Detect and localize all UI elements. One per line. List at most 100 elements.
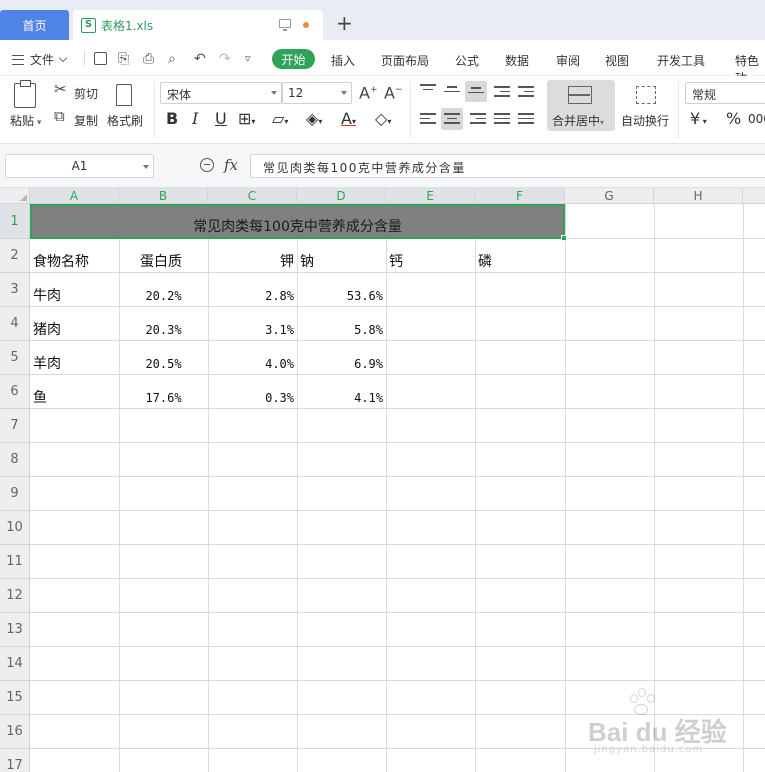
cell-a3[interactable]: 牛肉	[30, 273, 119, 307]
print-preview-icon[interactable]: ⌕	[168, 52, 176, 66]
menu-tab-page-layout[interactable]: 页面布局	[381, 52, 429, 69]
print-icon[interactable]: ⎙	[143, 52, 154, 66]
column-header-e[interactable]: E	[386, 188, 475, 204]
cell-a5[interactable]: 羊肉	[30, 341, 119, 375]
thousands-separator-icon[interactable]: 000	[748, 110, 765, 128]
align-top-icon[interactable]	[420, 84, 436, 98]
cell-b2[interactable]: 蛋白质	[119, 239, 208, 273]
row-header-8[interactable]: 8	[0, 443, 30, 477]
menu-tab-view[interactable]: 视图	[605, 52, 629, 69]
column-header-a[interactable]: A	[30, 188, 119, 204]
row-header-10[interactable]: 10	[0, 511, 30, 545]
row-header-14[interactable]: 14	[0, 647, 30, 681]
font-size-select[interactable]: 12	[282, 82, 352, 104]
decrease-font-icon[interactable]: A−	[384, 83, 403, 101]
increase-font-icon[interactable]: A+	[359, 83, 378, 101]
row-header-1[interactable]: 1	[0, 204, 30, 239]
name-box[interactable]: A1	[5, 154, 154, 178]
decrease-indent-icon[interactable]	[494, 86, 510, 100]
fill-color-icon[interactable]: ◈▾	[306, 110, 322, 131]
distributed-align-icon[interactable]	[518, 113, 534, 127]
cell-c4[interactable]: 3.1%	[208, 307, 297, 341]
format-painter-button[interactable]: 格式刷	[107, 112, 143, 129]
column-header-c[interactable]: C	[208, 188, 297, 204]
cut-button[interactable]: 剪切	[74, 85, 98, 102]
menu-tab-formulas[interactable]: 公式	[455, 52, 479, 69]
currency-button[interactable]: ¥ ▾	[690, 110, 707, 131]
scissors-icon[interactable]: ✂	[54, 82, 67, 97]
menu-tab-developer[interactable]: 开发工具	[657, 52, 705, 69]
row-header-9[interactable]: 9	[0, 477, 30, 511]
undo-icon[interactable]: ↶	[194, 52, 206, 66]
row-header-7[interactable]: 7	[0, 409, 30, 443]
wrap-text-button[interactable]: 自动换行	[621, 112, 669, 129]
cell-f2[interactable]: 磷	[475, 239, 565, 273]
percent-button[interactable]: %	[726, 110, 741, 128]
zoom-out-icon[interactable]	[200, 158, 214, 172]
cell-c2[interactable]: 钾	[208, 239, 297, 273]
row-header-4[interactable]: 4	[0, 307, 30, 341]
cell-d6[interactable]: 4.1%	[297, 375, 386, 409]
redo-icon[interactable]: ↷	[219, 52, 231, 66]
tab-home[interactable]: 首页	[0, 10, 69, 40]
underline-button[interactable]: U	[215, 110, 227, 128]
column-header-f[interactable]: F	[475, 188, 565, 204]
cell-c6[interactable]: 0.3%	[208, 375, 297, 409]
clear-format-icon[interactable]: ◇▾	[375, 110, 391, 131]
row-header-11[interactable]: 11	[0, 545, 30, 579]
fx-icon[interactable]: fx	[224, 156, 238, 174]
select-all-corner[interactable]	[0, 188, 30, 204]
quick-access-more-icon[interactable]: ▿	[245, 52, 251, 66]
format-painter-icon[interactable]	[116, 84, 132, 106]
monitor-icon[interactable]	[279, 19, 291, 31]
italic-button[interactable]: I	[192, 110, 198, 128]
borders-icon[interactable]: ⊞▾	[238, 110, 255, 131]
paste-icon[interactable]	[14, 80, 36, 108]
row-header-17[interactable]: 17	[0, 749, 30, 772]
menu-tab-insert[interactable]: 插入	[331, 52, 355, 69]
bold-button[interactable]: B	[166, 110, 178, 128]
cell-b4[interactable]: 20.3%	[119, 307, 208, 341]
paste-button[interactable]: 粘贴 ▾	[10, 112, 41, 129]
font-name-select[interactable]: 宋体	[160, 82, 282, 104]
justify-icon[interactable]	[494, 113, 510, 127]
merge-center-button[interactable]: 合并居中▾	[547, 80, 615, 131]
cell-d2[interactable]: 钠	[297, 239, 386, 273]
number-format-select[interactable]: 常规	[685, 82, 765, 104]
row-header-3[interactable]: 3	[0, 273, 30, 307]
wrap-text-icon[interactable]	[636, 86, 656, 104]
new-tab-button[interactable]: +	[336, 13, 353, 33]
copy-button[interactable]: 复制	[74, 112, 98, 129]
cell-b3[interactable]: 20.2%	[119, 273, 208, 307]
cell-d3[interactable]: 53.6%	[297, 273, 386, 307]
column-header-g[interactable]: G	[565, 188, 654, 204]
row-header-15[interactable]: 15	[0, 681, 30, 715]
row-header-12[interactable]: 12	[0, 579, 30, 613]
increase-indent-icon[interactable]	[518, 86, 534, 100]
cell-c5[interactable]: 4.0%	[208, 341, 297, 375]
cell-a4[interactable]: 猪肉	[30, 307, 119, 341]
menu-tab-data[interactable]: 数据	[505, 52, 529, 69]
align-left-icon[interactable]	[420, 113, 436, 127]
cell-b6[interactable]: 17.6%	[119, 375, 208, 409]
row-header-16[interactable]: 16	[0, 715, 30, 749]
row-header-13[interactable]: 13	[0, 613, 30, 647]
cell-style-icon[interactable]: ▱▾	[272, 110, 288, 131]
file-menu-button[interactable]: 文件	[12, 51, 68, 68]
menu-tab-home[interactable]: 开始	[272, 49, 315, 69]
row-header-6[interactable]: 6	[0, 375, 30, 409]
copy-icon[interactable]: ⧉	[54, 109, 65, 124]
cell-e2[interactable]: 钙	[386, 239, 475, 273]
align-right-icon[interactable]	[470, 113, 486, 127]
formula-input[interactable]: 常见肉类每100克中营养成分含量	[250, 154, 765, 178]
column-header-b[interactable]: B	[119, 188, 208, 204]
cell-a6[interactable]: 鱼	[30, 375, 119, 409]
cell-b5[interactable]: 20.5%	[119, 341, 208, 375]
cell-d5[interactable]: 6.9%	[297, 341, 386, 375]
tab-file[interactable]: S 表格1.xls	[73, 10, 323, 40]
cell-d4[interactable]: 5.8%	[297, 307, 386, 341]
merged-title-cell[interactable]: 常见肉类每100克中营养成分含量	[30, 204, 567, 241]
align-center-icon[interactable]	[441, 108, 463, 130]
align-bottom-icon[interactable]	[465, 81, 487, 102]
column-header-i[interactable]	[743, 188, 765, 204]
